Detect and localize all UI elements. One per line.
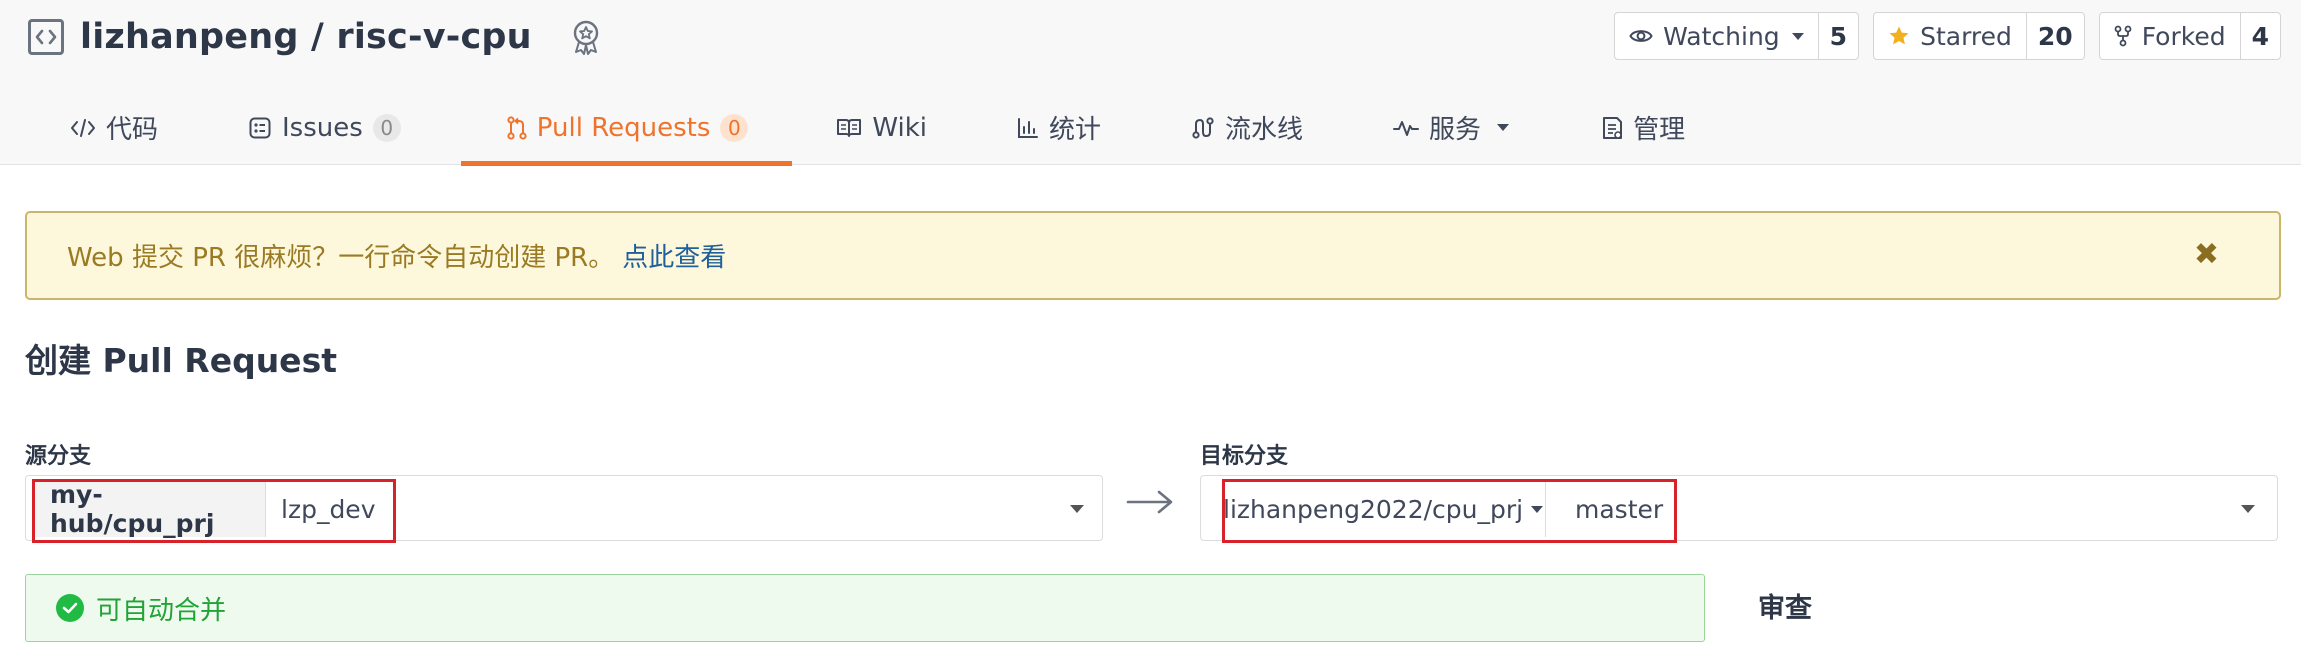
merge-status-text: 可自动合并 <box>96 595 227 626</box>
issues-icon <box>249 117 271 138</box>
tab-stats[interactable]: 统计 <box>1017 90 1101 165</box>
target-highlight-box <box>1222 479 1677 543</box>
tab-label: 流水线 <box>1225 115 1304 145</box>
stats-icon <box>1018 117 1039 138</box>
tab-service[interactable]: 服务 <box>1393 90 1510 165</box>
chevron-down-icon[interactable] <box>2241 505 2255 513</box>
tab-count: 0 <box>720 113 749 142</box>
service-icon <box>1393 120 1420 136</box>
fork-count[interactable]: 4 <box>2241 13 2280 59</box>
cli-tip-banner: Web 提交 PR 很麻烦？一行命令自动创建 PR。 点此查看 ✖ <box>25 211 2281 300</box>
tab-pipeline[interactable]: 流水线 <box>1191 90 1303 165</box>
tab-label: 管理 <box>1633 115 1686 145</box>
fork-button[interactable]: Forked 4 <box>2098 12 2281 60</box>
watch-label: Watching <box>1663 21 1780 51</box>
tab-wiki[interactable]: Wiki <box>836 90 927 165</box>
source-highlight-box <box>32 479 396 543</box>
repo-header: lizhanpeng / risc-v-cpu Watching 5 Starr… <box>0 0 2301 166</box>
pipeline-icon <box>1192 116 1214 139</box>
star-label: Starred <box>1920 21 2012 51</box>
manage-icon <box>1603 116 1623 139</box>
tab-label: Pull Requests <box>536 112 711 143</box>
fork-label: Forked <box>2141 21 2226 51</box>
close-icon[interactable]: ✖ <box>2194 239 2219 271</box>
tab-label: Issues <box>282 112 363 143</box>
notice-text: Web 提交 PR 很麻烦？一行命令自动创建 PR。 <box>67 243 615 273</box>
star-icon <box>1889 26 1909 45</box>
check-circle-icon <box>56 594 84 622</box>
eye-icon <box>1629 30 1653 42</box>
tab-count: 0 <box>372 113 401 142</box>
target-branch-label: 目标分支 <box>1200 444 1289 469</box>
watch-toggle[interactable]: Watching <box>1615 13 1819 59</box>
chevron-down-icon[interactable] <box>1070 505 1084 513</box>
tab-label: 统计 <box>1049 115 1102 145</box>
pull-request-icon <box>507 115 527 140</box>
repo-tabs: 代码 Issues 0 Pull Requests 0 Wiki 统计 流水线 … <box>0 90 1685 166</box>
repo-owner-link[interactable]: lizhanpeng <box>80 17 299 57</box>
merge-status-banner: 可自动合并 <box>25 574 1705 642</box>
star-count[interactable]: 20 <box>2027 13 2084 59</box>
repo-title: lizhanpeng / risc-v-cpu <box>28 14 606 60</box>
repo-actions: Watching 5 Starred 20 Forked 4 <box>1614 12 2281 60</box>
recommended-badge-icon <box>573 20 598 55</box>
fork-icon <box>2114 25 2132 47</box>
source-branch-label: 源分支 <box>25 444 92 469</box>
tab-label: 代码 <box>106 115 159 145</box>
chevron-down-icon <box>1497 124 1510 131</box>
review-label: 审查 <box>1758 593 1812 624</box>
arrow-right-icon <box>1126 490 1173 514</box>
repo-separator: / <box>310 17 324 57</box>
repository-icon <box>28 19 64 55</box>
star-button[interactable]: Starred 20 <box>1873 12 2085 60</box>
tab-issues[interactable]: Issues 0 <box>248 90 401 165</box>
fork-toggle[interactable]: Forked <box>2100 13 2241 59</box>
wiki-icon <box>837 118 862 137</box>
code-icon <box>71 118 95 137</box>
notice-link[interactable]: 点此查看 <box>622 237 726 274</box>
tab-label: Wiki <box>872 112 928 143</box>
star-toggle[interactable]: Starred <box>1874 13 2027 59</box>
repo-full-name: lizhanpeng / risc-v-cpu <box>80 17 532 57</box>
tab-pull-requests[interactable]: Pull Requests 0 <box>460 90 793 166</box>
chevron-down-icon <box>1791 32 1804 40</box>
tab-label: 服务 <box>1429 115 1482 145</box>
tab-code[interactable]: 代码 <box>70 90 158 165</box>
repo-name-link[interactable]: risc-v-cpu <box>336 17 531 57</box>
watch-count[interactable]: 5 <box>1819 13 1858 59</box>
watch-button[interactable]: Watching 5 <box>1614 12 1860 60</box>
page-title: 创建 Pull Request <box>25 341 337 380</box>
tab-manage[interactable]: 管理 <box>1601 90 1685 165</box>
